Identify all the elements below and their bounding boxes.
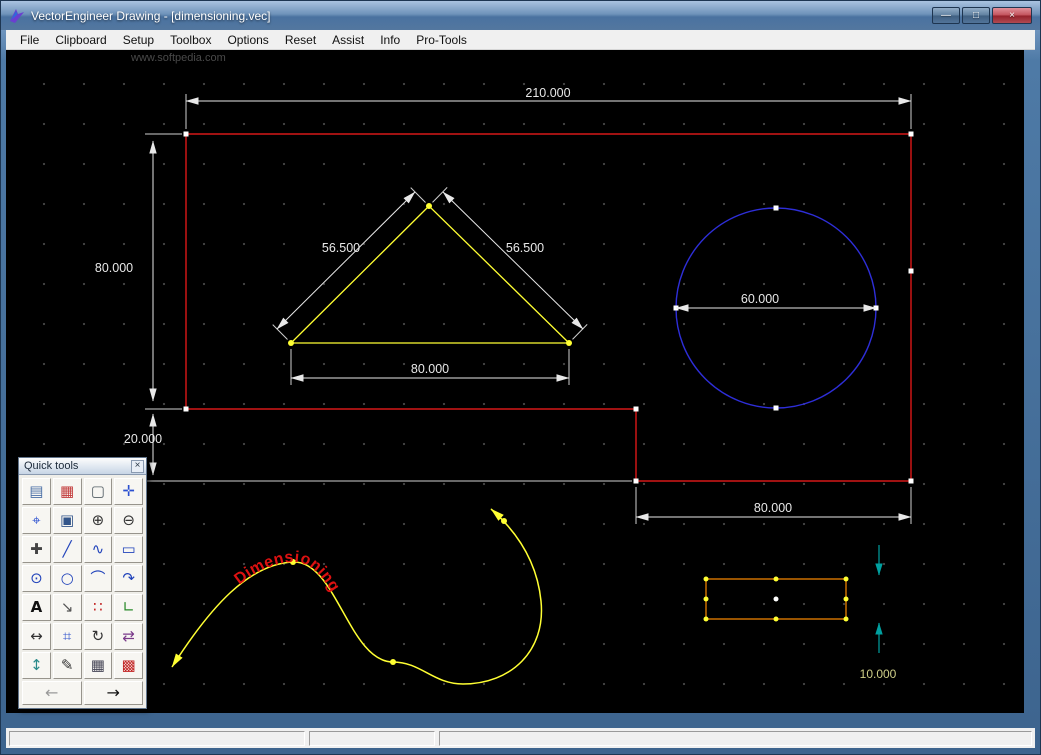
table-tool[interactable]: ▦ — [83, 652, 113, 679]
circle-tool[interactable]: ○ — [52, 565, 82, 592]
dim-triangle-left-label: 56.500 — [322, 241, 360, 255]
menu-setup[interactable]: Setup — [115, 31, 162, 49]
menu-reset[interactable]: Reset — [277, 31, 324, 49]
spline-path[interactable] — [171, 508, 543, 685]
text-tool[interactable]: A — [22, 594, 51, 621]
dim-horizontal-tool[interactable]: ↔ — [22, 623, 51, 650]
watermark: www.softpedia.com — [130, 52, 226, 64]
menu-info[interactable]: Info — [372, 31, 408, 49]
menu-file[interactable]: File — [12, 31, 47, 49]
menu-bar: File Clipboard Setup Toolbox Options Res… — [6, 30, 1035, 50]
hatch-tool[interactable]: ▩ — [114, 652, 143, 679]
dim-top[interactable]: 210.000 — [185, 86, 912, 129]
menu-pro-tools[interactable]: Pro-Tools — [408, 31, 475, 49]
rectangle-tool[interactable]: ▭ — [114, 536, 143, 563]
line-tool[interactable]: ╱ — [52, 536, 82, 563]
dim-triangle-base-label: 80.000 — [411, 362, 449, 376]
move-tool[interactable]: ✛ — [114, 478, 143, 505]
window-title: VectorEngineer Drawing - [dimensioning.v… — [31, 8, 271, 23]
dim-bottom-label: 80.000 — [754, 501, 792, 515]
dim-small-label: 10.000 — [860, 667, 897, 681]
maximize-button[interactable]: □ — [962, 7, 990, 24]
nav-forward-button[interactable]: → — [83, 681, 143, 705]
quick-tools-close-icon[interactable]: × — [131, 459, 144, 473]
window-controls: — □ × — [932, 7, 1032, 24]
curve-text[interactable]: Dimensioning — [231, 549, 343, 595]
colors-tool[interactable]: ▦ — [52, 478, 82, 505]
drawing-canvas[interactable]: www.softpedia.com 210.000 80.000 20.000 … — [6, 50, 1024, 713]
menu-options[interactable]: Options — [219, 31, 276, 49]
quick-tools-grid: ▤ ▦ ▢ ✛ ⌖ ▣ ⊕ ⊖ ✚ ╱ ∿ ▭ ⊙ ○ ⌒ ↷ A ↘ ∷ ∟ … — [19, 475, 146, 708]
dim-circle-label: 60.000 — [741, 292, 779, 306]
status-panel-3 — [439, 730, 1032, 746]
dim-left[interactable]: 80.000 — [95, 133, 182, 410]
polyline-tool[interactable]: ∿ — [83, 536, 113, 563]
nav-back-button[interactable]: ← — [22, 681, 82, 705]
pan-tool[interactable]: ⌖ — [22, 507, 51, 534]
title-bar: VectorEngineer Drawing - [dimensioning.v… — [1, 1, 1040, 30]
dim-bottom[interactable]: 80.000 — [635, 487, 912, 524]
app-icon — [10, 8, 24, 23]
zoom-out-tool[interactable]: ⊖ — [114, 507, 143, 534]
offset-tool[interactable]: ↘ — [52, 594, 82, 621]
menu-toolbox[interactable]: Toolbox — [162, 31, 219, 49]
mirror-tool[interactable]: ⇄ — [114, 623, 143, 650]
status-bar — [6, 728, 1035, 748]
menu-assist[interactable]: Assist — [324, 31, 372, 49]
dim-left-label: 80.000 — [95, 261, 133, 275]
zoom-window-tool[interactable]: ▣ — [52, 507, 82, 534]
arc-3pt-tool[interactable]: ↷ — [114, 565, 143, 592]
app-window: VectorEngineer Drawing - [dimensioning.v… — [0, 0, 1041, 755]
point-tool[interactable]: ✚ — [22, 536, 51, 563]
layers-tool[interactable]: ▤ — [22, 478, 51, 505]
rotate-tool[interactable]: ↻ — [83, 623, 113, 650]
dim-circle[interactable]: 60.000 — [675, 292, 877, 312]
status-panel-1 — [9, 730, 305, 746]
arc-tool[interactable]: ⌒ — [83, 565, 113, 592]
triangle-shape[interactable] — [288, 203, 572, 346]
spline-shape[interactable]: Dimensioning — [171, 508, 543, 685]
dim-top-label: 210.000 — [525, 86, 570, 100]
dim-leader-tool[interactable]: ⌗ — [52, 623, 82, 650]
small-rect-shape[interactable] — [703, 576, 849, 622]
circle-center-tool[interactable]: ⊙ — [22, 565, 51, 592]
minimize-button[interactable]: — — [932, 7, 960, 24]
pen-tool[interactable]: ✎ — [52, 652, 82, 679]
dim-triangle-right[interactable]: 56.500 — [432, 187, 588, 340]
dim-small-rect[interactable]: 10.000 — [860, 545, 897, 681]
new-page-tool[interactable]: ▢ — [83, 478, 113, 505]
dim-left-lower-label: 20.000 — [124, 432, 162, 446]
small-rect-nodes — [703, 576, 849, 622]
nodes-tool[interactable]: ∷ — [83, 594, 113, 621]
dim-vertical-tool[interactable]: ↕ — [22, 652, 51, 679]
quick-tools-title: Quick tools — [24, 460, 79, 472]
menu-clipboard[interactable]: Clipboard — [47, 31, 114, 49]
dim-triangle-left[interactable]: 56.500 — [272, 187, 426, 340]
dim-triangle-base[interactable]: 80.000 — [290, 349, 570, 385]
dim-triangle-right-label: 56.500 — [506, 241, 544, 255]
zoom-in-tool[interactable]: ⊕ — [83, 507, 113, 534]
quick-tools-palette: Quick tools × ▤ ▦ ▢ ✛ ⌖ ▣ ⊕ ⊖ ✚ ╱ ∿ ▭ ⊙ … — [18, 457, 147, 709]
close-button[interactable]: × — [992, 7, 1032, 24]
quick-tools-titlebar[interactable]: Quick tools × — [19, 458, 146, 475]
node-edit-tool[interactable]: ∟ — [114, 594, 143, 621]
status-panel-2 — [309, 730, 435, 746]
